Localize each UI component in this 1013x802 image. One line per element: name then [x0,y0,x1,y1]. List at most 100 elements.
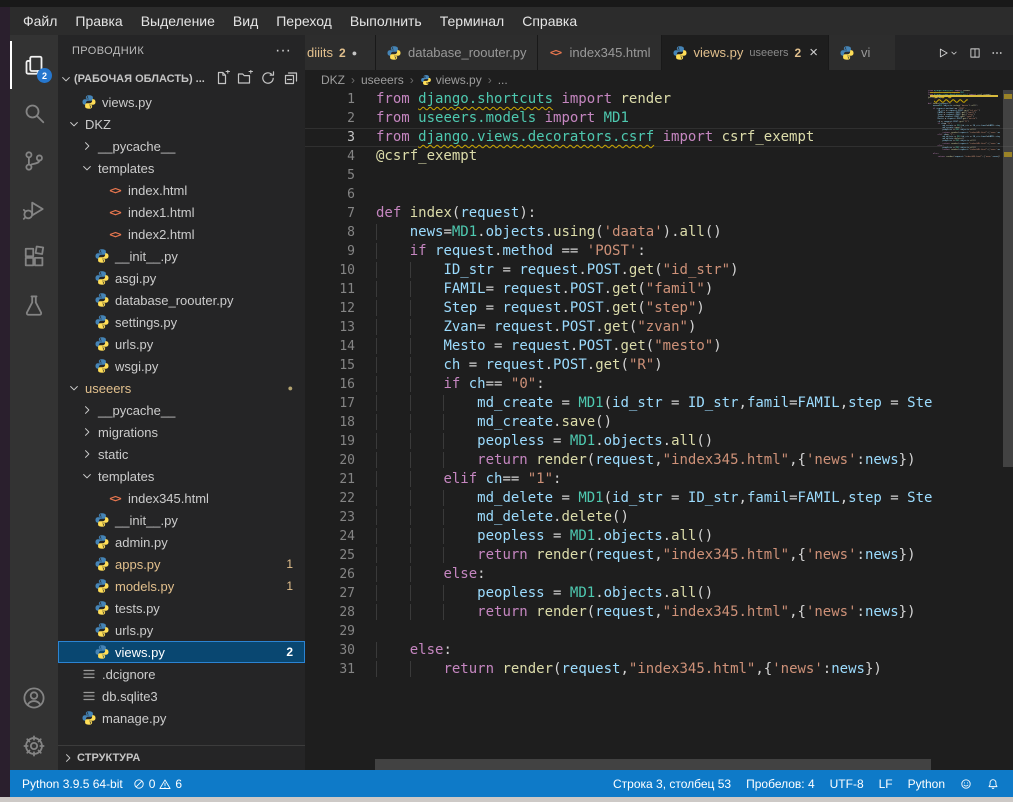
indent-guide [410,509,444,525]
sidebar-more-button[interactable]: ··· [275,42,291,60]
run-button[interactable] [937,47,959,59]
menu-item-file[interactable]: Файл [14,7,66,35]
menu-item-run[interactable]: Выполнить [341,7,431,35]
tree-file-models-py[interactable]: models.py1 [58,575,305,597]
activity-settings[interactable] [10,722,58,770]
breadcrumb-item-useeers[interactable]: useeers [361,73,404,87]
code-token: MD1 [570,433,595,449]
activity-account[interactable] [10,674,58,722]
line-number: 9 [305,242,376,261]
tree-file-settings-py[interactable]: settings.py [58,311,305,333]
vertical-scrollbar[interactable] [1003,90,1013,770]
tab-index345[interactable]: <>index345.html [538,35,662,70]
tree-file-urls-py[interactable]: urls.py [58,333,305,355]
tree-folder--pycache-[interactable]: __pycache__ [58,399,305,421]
python-icon [94,512,110,528]
indent-guide [376,661,410,677]
tree-file-asgi-py[interactable]: asgi.py [58,267,305,289]
horizontal-scrollbar[interactable] [367,759,967,770]
breadcrumb-item--[interactable]: ... [498,73,508,87]
tab-database-roouter[interactable]: database_roouter.py [376,35,538,70]
tree-file-admin-py[interactable]: admin.py [58,531,305,553]
notifications-bell-button[interactable] [987,778,999,790]
activity-run-debug[interactable] [10,185,58,233]
tree-file-views-py[interactable]: views.py [58,91,305,113]
menu-item-view[interactable]: Вид [224,7,267,35]
status-language[interactable]: Python [908,777,945,791]
minimap[interactable]: 1from django.shortcuts import render2fro… [928,90,1000,160]
menu-item-help[interactable]: Справка [513,7,586,35]
feedback-button[interactable] [960,778,972,790]
tree-file-index2-html[interactable]: <>index2.html [58,223,305,245]
code-token: django.views.decorators.csrf [418,129,654,145]
tree-file-apps-py[interactable]: apps.py1 [58,553,305,575]
tree-file--init-py[interactable]: __init__.py [58,509,305,531]
workspace-action-new-folder[interactable] [237,70,253,89]
status-eol[interactable]: LF [879,777,893,791]
more-actions-button[interactable] [991,47,1003,59]
tab-close-icon[interactable]: × [809,44,818,61]
code-token: . [561,300,569,316]
workspace-section-header[interactable]: (РАБОЧАЯ ОБЛАСТЬ) ... [58,67,305,91]
tree-file-wsgi-py[interactable]: wsgi.py [58,355,305,377]
outline-section-header[interactable]: СТРУКТУРА [58,745,305,770]
horizontal-scrollbar-thumb[interactable] [375,759,931,770]
tab-diiits[interactable]: diiits2● [305,35,376,70]
split-editor-button[interactable] [969,47,981,59]
activity-search[interactable] [10,89,58,137]
menu-item-selection[interactable]: Выделение [132,7,224,35]
code-token: delete [561,509,612,525]
activity-source-control[interactable] [10,137,58,185]
indent-guide [376,471,410,487]
activity-explorer[interactable]: 2 [10,41,58,89]
tab-views[interactable]: views.pyuseeers2× [662,35,829,70]
tree-file-database-roouter-py[interactable]: database_roouter.py [58,289,305,311]
tree-folder-templates[interactable]: templates [58,157,305,179]
menu-item-edit[interactable]: Правка [66,7,131,35]
breadcrumb-item-views-py[interactable]: views.py [420,73,482,87]
activity-testing[interactable] [10,281,58,329]
vertical-scrollbar-thumb[interactable] [1003,90,1013,467]
tree-file--init-py[interactable]: __init__.py [58,245,305,267]
menu-item-terminal[interactable]: Терминал [431,7,513,35]
status-indentation[interactable]: Пробелов: 4 [746,777,815,791]
tree-file-index345-html[interactable]: <>index345.html [58,487,305,509]
status-python-version[interactable]: Python 3.9.5 64-bit [22,777,123,791]
tree-folder-useeers[interactable]: useeers● [58,377,305,399]
tree-file--dcignore[interactable]: .dcignore [58,663,305,685]
code-token: id_str [612,395,663,411]
python-icon [839,45,855,61]
code-token: POST [570,300,604,316]
status-problems[interactable]: 06 [133,777,182,791]
activity-extensions[interactable] [10,233,58,281]
code-token [595,110,603,126]
code-token: ): [519,205,536,221]
code-area[interactable]: 1from django.shortcuts import render2fro… [305,90,1013,770]
tab-truncated[interactable]: vi [829,35,895,70]
tree-folder--pycache-[interactable]: __pycache__ [58,135,305,157]
breadcrumb-item-dkz[interactable]: DKZ [321,73,345,87]
code-token: = [486,338,511,354]
status-cursor-position[interactable]: Строка 3, столбец 53 [613,777,731,791]
workspace-action-refresh[interactable] [260,70,276,89]
tree-folder-static[interactable]: static [58,443,305,465]
code-token: django.shortcuts [418,91,553,107]
breadcrumb: DKZ›useeers›views.py›... [305,70,1013,90]
tree-file-urls-py[interactable]: urls.py [58,619,305,641]
tree-folder-templates[interactable]: templates [58,465,305,487]
tree-file-db-sqlite3[interactable]: db.sqlite3 [58,685,305,707]
tree-file-tests-py[interactable]: tests.py [58,597,305,619]
workspace-action-new-file[interactable] [214,70,230,89]
menu-item-go[interactable]: Переход [267,7,341,35]
tree-file-index1-html[interactable]: <>index1.html [58,201,305,223]
tree-file-views-py[interactable]: views.py2 [58,641,305,663]
tree-file-manage-py[interactable]: manage.py [58,707,305,729]
code-line-22: 22 md_delete = MD1(id_str = ID_str,famil… [305,489,1013,508]
code-text: news=MD1.objects.using('daata').all() [376,223,722,242]
tree-folder-migrations[interactable]: migrations [58,421,305,443]
tree-folder-dkz[interactable]: DKZ [58,113,305,135]
tree-file-index-html[interactable]: <>index.html [58,179,305,201]
code-token: id_str [612,490,663,506]
workspace-action-collapse-all[interactable] [283,70,299,89]
status-encoding[interactable]: UTF-8 [830,777,864,791]
